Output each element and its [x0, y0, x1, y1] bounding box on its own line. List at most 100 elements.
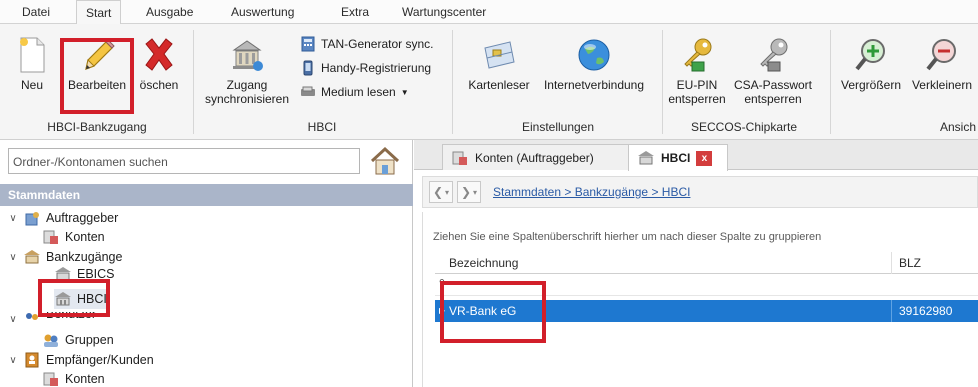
loeschen-label: öschen: [139, 78, 179, 92]
csa-passwort-label-2: entsperren: [744, 92, 802, 106]
column-divider: [891, 300, 892, 322]
account-icon: [452, 151, 467, 165]
loeschen-button[interactable]: öschen: [134, 36, 184, 92]
tree-item-auftraggeber[interactable]: ∨ Auftraggeber: [8, 208, 118, 228]
chevron-right-icon: ❯: [460, 185, 472, 199]
medium-lesen-button[interactable]: Medium lesen ▼: [300, 82, 409, 102]
card-reader-icon: [301, 86, 315, 96]
bearbeiten-button[interactable]: Bearbeiten: [64, 36, 130, 92]
navigation-bar: ❮ ▾ ❯ ▾ Stammdaten > Bankzugänge > HBCI: [422, 176, 978, 208]
tree-item-empfaenger[interactable]: ∨ Empfänger/Kunden: [8, 350, 154, 370]
tree-item-konten[interactable]: Konten: [42, 227, 105, 247]
column-header-blz[interactable]: BLZ: [899, 256, 921, 270]
menu-tab-datei[interactable]: Datei: [22, 5, 50, 19]
tree-item-ebics[interactable]: EBICS: [54, 267, 115, 281]
tree-label-konten: Konten: [65, 230, 105, 244]
chevron-down-icon[interactable]: ∨: [8, 252, 18, 263]
tree-item-konten-kunden[interactable]: Konten: [42, 370, 105, 387]
tab-konten-label: Konten (Auftraggeber): [475, 150, 594, 165]
chevron-down-icon: ▼: [400, 87, 409, 97]
bank-icon: [24, 250, 40, 264]
group-label-seccos: SECCOS-Chipkarte: [690, 120, 798, 134]
eu-pin-label-2: entsperren: [668, 92, 726, 106]
new-document-icon: [20, 37, 45, 73]
group-panel-hint: Ziehen Sie eine Spaltenüberschrift hierh…: [433, 231, 822, 243]
internetverbindung-label: Internetverbindung: [543, 78, 645, 92]
handy-registrierung-button[interactable]: Handy-Registrierung: [300, 58, 431, 78]
globe-icon: [578, 39, 610, 71]
group-separator: [830, 30, 831, 134]
eu-pin-label-1: EU-PIN: [676, 78, 718, 92]
menu-tab-wartungscenter[interactable]: Wartungscenter: [402, 5, 486, 19]
bank-sync-icon: [232, 40, 263, 71]
delete-icon: [145, 38, 173, 71]
column-header-bezeichnung[interactable]: Bezeichnung: [449, 256, 518, 270]
tree-item-benutzer[interactable]: ∨ Benutzer: [8, 312, 96, 326]
content-panel: Konten (Auftraggeber) HBCI x ❮ ▾ ❯ ▾ Stamm…: [414, 140, 978, 387]
cell-blz: 39162980: [899, 304, 953, 318]
tan-generator-sync-button[interactable]: TAN-Generator sync.: [300, 34, 433, 54]
tree-item-hbci[interactable]: HBCI: [54, 289, 107, 309]
ribbon: Neu Bearbeiten öschen HBCI-Bankzugang Zu…: [0, 24, 978, 140]
tab-konten-auftraggeber[interactable]: Konten (Auftraggeber): [442, 144, 632, 170]
phone-icon: [303, 60, 313, 76]
group-label-hbci-bankzugang: HBCI-Bankzugang: [47, 120, 147, 134]
bank-icon: [55, 292, 71, 306]
home-button[interactable]: [368, 145, 402, 177]
tree-label-hbci: HBCI: [77, 292, 107, 306]
tree-label-auftraggeber: Auftraggeber: [46, 211, 119, 225]
kartenleser-button[interactable]: Kartenleser: [464, 36, 534, 92]
account-icon: [43, 230, 58, 244]
tree-label-empfaenger: Empfänger/Kunden: [46, 353, 154, 367]
vergroessern-button[interactable]: Vergrößern: [836, 36, 906, 92]
bank-icon: [55, 267, 71, 281]
close-icon[interactable]: x: [696, 150, 713, 166]
tab-hbci-label: HBCI: [661, 151, 691, 165]
tree-label-ebics: EBICS: [77, 267, 115, 281]
tab-hbci[interactable]: HBCI x: [628, 144, 728, 171]
key-icon: [760, 38, 788, 72]
chevron-down-icon[interactable]: ∨: [8, 355, 18, 366]
document-tabs: Konten (Auftraggeber) HBCI x: [414, 140, 978, 171]
chevron-down-icon[interactable]: ∨: [8, 314, 18, 325]
breadcrumb[interactable]: Stammdaten > Bankzugänge > HBCI: [493, 185, 690, 199]
zoom-out-icon: [926, 39, 956, 71]
handy-registrierung-label: Handy-Registrierung: [321, 61, 432, 75]
navigation-panel: Ordner-/Kontonamen suchen Stammdaten ∨ A…: [0, 140, 413, 387]
zugang-synchronisieren-button[interactable]: Zugang synchronisieren: [199, 36, 295, 106]
menu-bar: Datei Start Ausgabe Auswertung Extra War…: [0, 0, 978, 25]
group-separator: [662, 30, 663, 134]
data-grid: Ziehen Sie eine Spaltenüberschrift hierh…: [422, 212, 978, 387]
chevron-down-icon: ▾: [473, 187, 478, 197]
back-button[interactable]: ❮ ▾: [429, 181, 453, 203]
tree-item-gruppen[interactable]: Gruppen: [42, 330, 114, 350]
csa-passwort-entsperren-button[interactable]: CSA-Passwort entsperren: [732, 36, 814, 106]
filter-row[interactable]: ⚲: [435, 274, 978, 296]
menu-tab-extra[interactable]: Extra: [341, 5, 369, 19]
menu-tab-start[interactable]: Start: [76, 0, 122, 25]
tree-item-bankzugaenge[interactable]: ∨ Bankzugänge: [8, 247, 122, 267]
account-icon: [43, 372, 58, 386]
table-row[interactable]: ▶ VR-Bank eG 39162980: [435, 300, 978, 322]
group-icon: [44, 334, 58, 347]
tree-label-benutzer: Benutzer: [46, 312, 97, 321]
section-header-stammdaten: Stammdaten: [0, 184, 413, 206]
tree-label-konten-kunden: Konten: [65, 371, 105, 386]
pencil-icon: [85, 39, 115, 70]
chevron-down-icon[interactable]: ∨: [8, 213, 18, 224]
eu-pin-entsperren-button[interactable]: EU-PIN entsperren: [666, 36, 728, 106]
forward-button[interactable]: ❯ ▾: [457, 181, 481, 203]
column-header-row: Bezeichnung BLZ: [435, 252, 978, 274]
group-separator: [452, 30, 453, 134]
menu-tab-auswertung[interactable]: Auswertung: [231, 5, 294, 19]
internetverbindung-button[interactable]: Internetverbindung: [534, 36, 654, 92]
verkleinern-button[interactable]: Verkleinern: [906, 36, 978, 92]
folder-search-input[interactable]: Ordner-/Kontonamen suchen: [8, 148, 360, 174]
zugang-label-2: synchronisieren: [204, 92, 290, 106]
tan-generator-label: TAN-Generator sync.: [321, 37, 434, 51]
chevron-left-icon: ❮: [432, 185, 444, 199]
medium-lesen-label: Medium lesen: [321, 85, 396, 99]
neu-button[interactable]: Neu: [14, 36, 50, 92]
menu-tab-ausgabe[interactable]: Ausgabe: [146, 5, 193, 19]
zoom-in-icon: [855, 39, 885, 71]
